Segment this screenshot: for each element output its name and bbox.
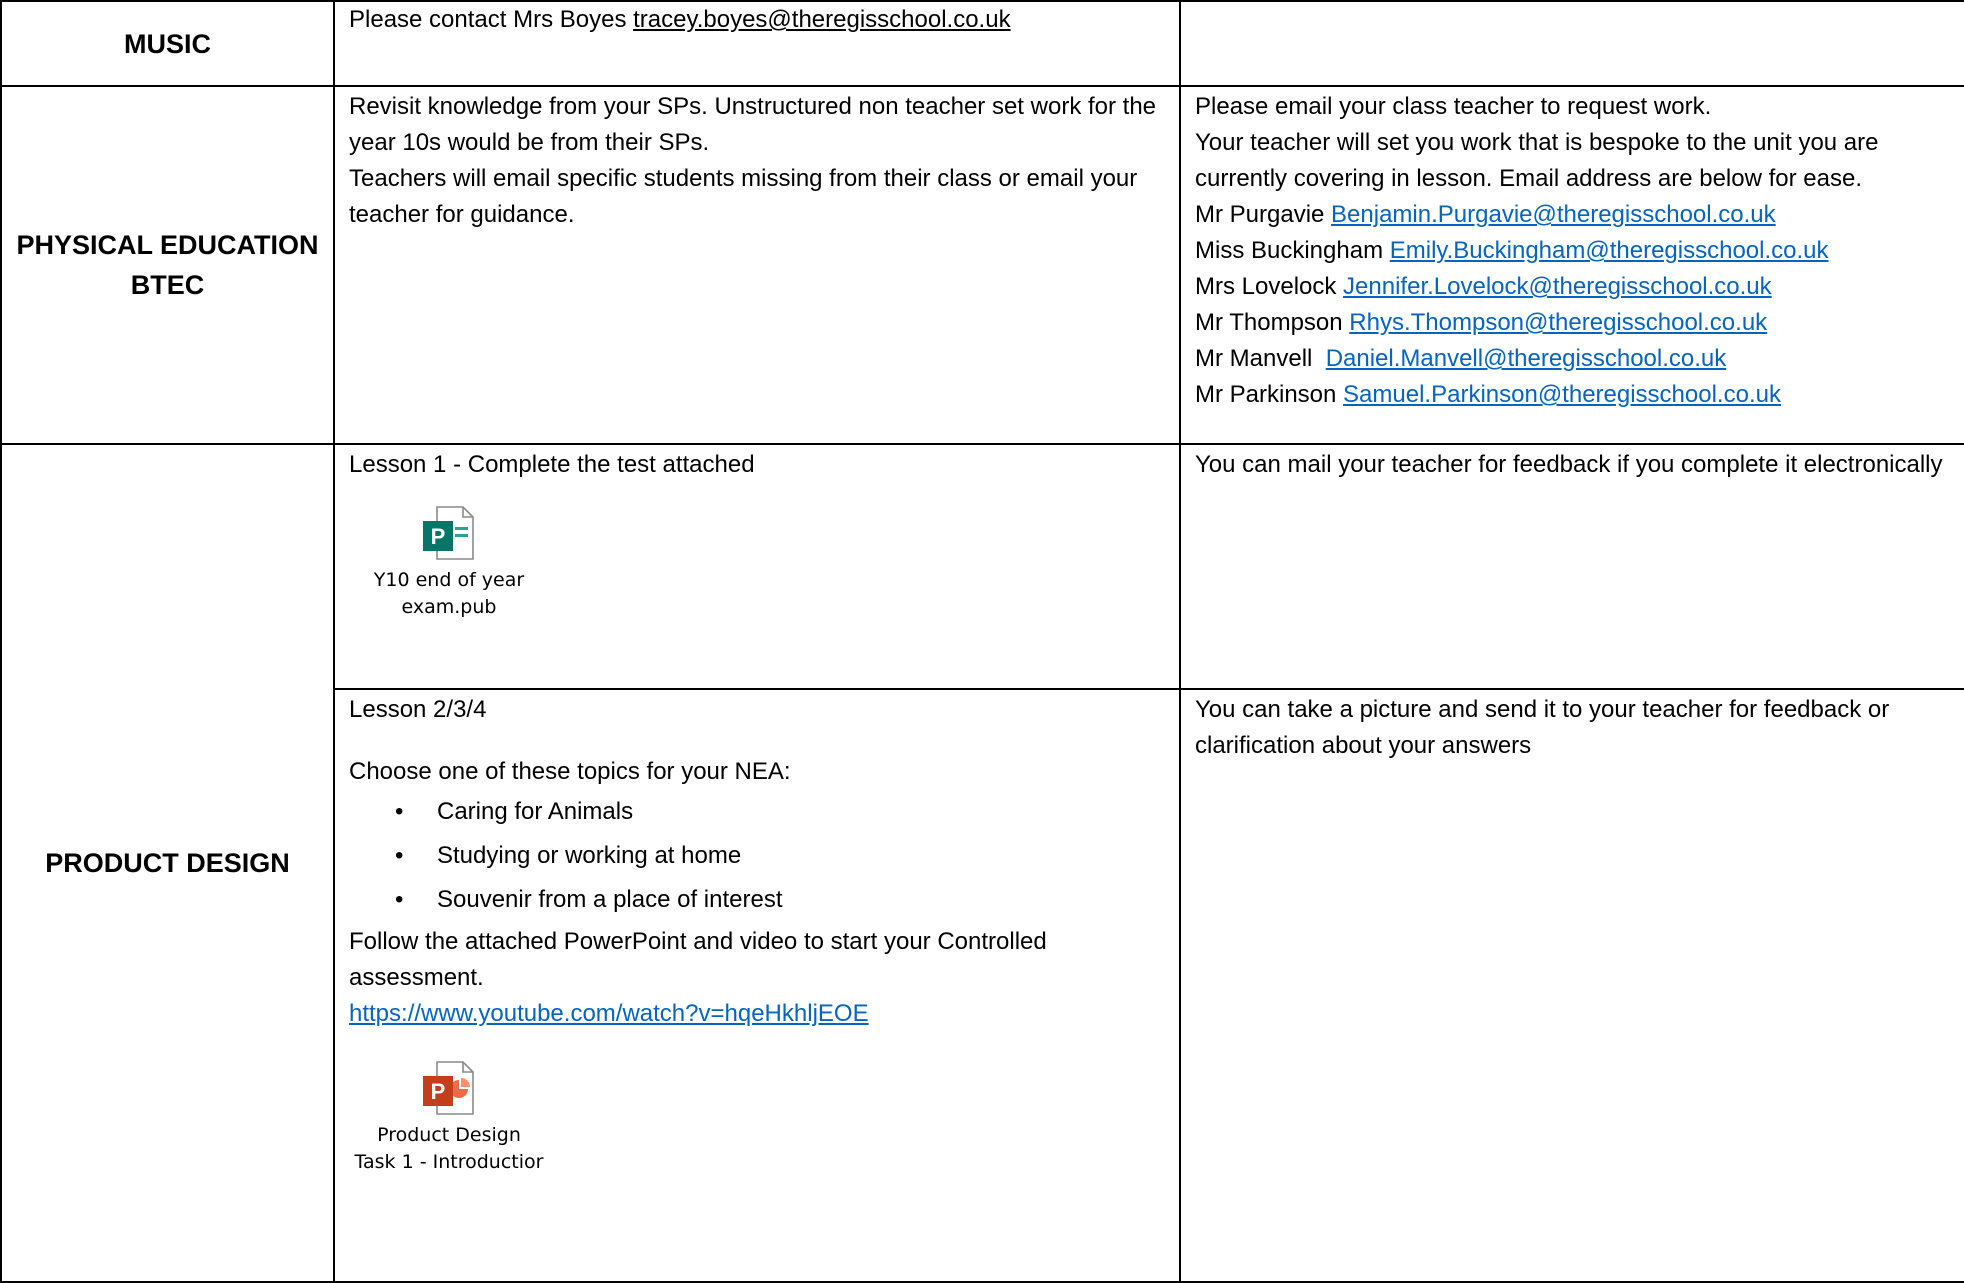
- contact-text: Please contact Mrs Boyes: [349, 6, 634, 33]
- teacher-name: Mr Purgavie: [1195, 201, 1332, 228]
- work-cell-pd-lesson1: Lesson 1 - Complete the test attached P …: [333, 443, 1181, 690]
- table-row-music: MUSIC Please contact Mrs Boyes tracey.bo…: [0, 0, 1964, 87]
- teacher-name: Mr Manvell: [1195, 345, 1326, 372]
- teacher-email-link[interactable]: Daniel.Manvell@theregisschool.co.uk: [1326, 345, 1727, 372]
- subject-cell-music: MUSIC: [0, 0, 335, 87]
- music-email-link[interactable]: tracey.boyes@theregisschool.co.uk: [633, 6, 1010, 33]
- attachment-name-line1: Product Design: [377, 1124, 521, 1146]
- video-link[interactable]: https://www.youtube.com/watch?v=hqeHkhlj…: [349, 1000, 869, 1027]
- list-item: Souvenir from a place of interest: [349, 878, 1165, 922]
- support-cell-music: [1179, 0, 1964, 87]
- table-row-pd-lesson1: PRODUCT DESIGN Lesson 1 - Complete the t…: [0, 443, 1964, 1283]
- teacher-line: Mr Thompson Rhys.Thompson@theregisschool…: [1195, 305, 1950, 341]
- teacher-email-link[interactable]: Jennifer.Lovelock@theregisschool.co.uk: [1343, 273, 1772, 300]
- svg-text:P: P: [431, 524, 446, 549]
- teacher-email-link[interactable]: Rhys.Thompson@theregisschool.co.uk: [1349, 309, 1767, 336]
- publisher-attachment[interactable]: P Y10 end of year exam.pub: [349, 503, 549, 621]
- list-item: Studying or working at home: [349, 834, 1165, 878]
- teacher-line: Mr Parkinson Samuel.Parkinson@theregissc…: [1195, 377, 1950, 413]
- teacher-name: Mr Thompson: [1195, 309, 1350, 336]
- subject-cell-pd: PRODUCT DESIGN: [0, 443, 335, 1283]
- teacher-name: Mr Parkinson: [1195, 381, 1344, 408]
- pe-paragraph-1: Revisit knowledge from your SPs. Unstruc…: [349, 93, 1157, 156]
- lesson2-feedback: You can take a picture and send it to yo…: [1195, 696, 1890, 759]
- powerpoint-file-icon: P: [423, 1061, 474, 1115]
- topic-list: Caring for Animals Studying or working a…: [349, 790, 1165, 922]
- teacher-email-link[interactable]: Benjamin.Purgavie@theregisschool.co.uk: [1331, 201, 1776, 228]
- powerpoint-attachment[interactable]: P Product Design Task 1 - Introductior: [349, 1058, 549, 1176]
- document-page: MUSIC Please contact Mrs Boyes tracey.bo…: [0, 0, 1964, 1283]
- teacher-email-link[interactable]: Emily.Buckingham@theregisschool.co.uk: [1390, 237, 1829, 264]
- teacher-line: Miss Buckingham Emily.Buckingham@theregi…: [1195, 233, 1950, 269]
- work-cell-pe: Revisit knowledge from your SPs. Unstruc…: [333, 85, 1181, 445]
- teacher-email-link[interactable]: Samuel.Parkinson@theregisschool.co.uk: [1343, 381, 1781, 408]
- subject-cell-pe: PHYSICAL EDUCATION BTEC: [0, 85, 335, 445]
- table-row-pe: PHYSICAL EDUCATION BTEC Revisit knowledg…: [0, 85, 1964, 445]
- pe-intro-1: Please email your class teacher to reque…: [1195, 93, 1712, 120]
- publisher-file-icon: P: [423, 506, 474, 560]
- support-cell-pd-lesson2: You can take a picture and send it to yo…: [1179, 688, 1964, 1283]
- pe-intro-2: Your teacher will set you work that is b…: [1195, 129, 1879, 192]
- lesson1-title: Lesson 1 - Complete the test attached: [349, 451, 755, 478]
- svg-text:P: P: [431, 1079, 446, 1104]
- list-item: Caring for Animals: [349, 790, 1165, 834]
- pe-paragraph-2: Teachers will email specific students mi…: [349, 165, 1138, 228]
- attachment-name-line2: exam.pub: [401, 596, 497, 618]
- teacher-line: Mr Manvell Daniel.Manvell@theregisschool…: [1195, 341, 1950, 377]
- subject-label-line1: PHYSICAL EDUCATION: [16, 230, 319, 260]
- lesson2-title: Lesson 2/3/4: [349, 696, 487, 723]
- lesson2-instruction: Follow the attached PowerPoint and video…: [349, 928, 1047, 991]
- teacher-line: Mr Purgavie Benjamin.Purgavie@theregissc…: [1195, 197, 1950, 233]
- work-cell-music: Please contact Mrs Boyes tracey.boyes@th…: [333, 0, 1181, 87]
- lesson1-feedback: You can mail your teacher for feedback i…: [1195, 451, 1943, 478]
- subject-label: PRODUCT DESIGN: [45, 848, 290, 878]
- subject-label: MUSIC: [124, 28, 211, 59]
- attachment-name-line1: Y10 end of year: [373, 569, 525, 591]
- teacher-name: Mrs Lovelock: [1195, 273, 1344, 300]
- curriculum-table: MUSIC Please contact Mrs Boyes tracey.bo…: [0, 0, 1964, 1283]
- lesson2-prompt: Choose one of these topics for your NEA:: [349, 758, 791, 785]
- teacher-line: Mrs Lovelock Jennifer.Lovelock@theregiss…: [1195, 269, 1950, 305]
- work-cell-pd-lesson2: Lesson 2/3/4 Choose one of these topics …: [333, 688, 1181, 1283]
- subject-label-line2: BTEC: [130, 270, 205, 300]
- support-cell-pe: Please email your class teacher to reque…: [1179, 85, 1964, 445]
- teacher-name: Miss Buckingham: [1195, 237, 1390, 264]
- attachment-name-line2: Task 1 - Introductior: [354, 1151, 544, 1173]
- support-cell-pd-lesson1: You can mail your teacher for feedback i…: [1179, 443, 1964, 690]
